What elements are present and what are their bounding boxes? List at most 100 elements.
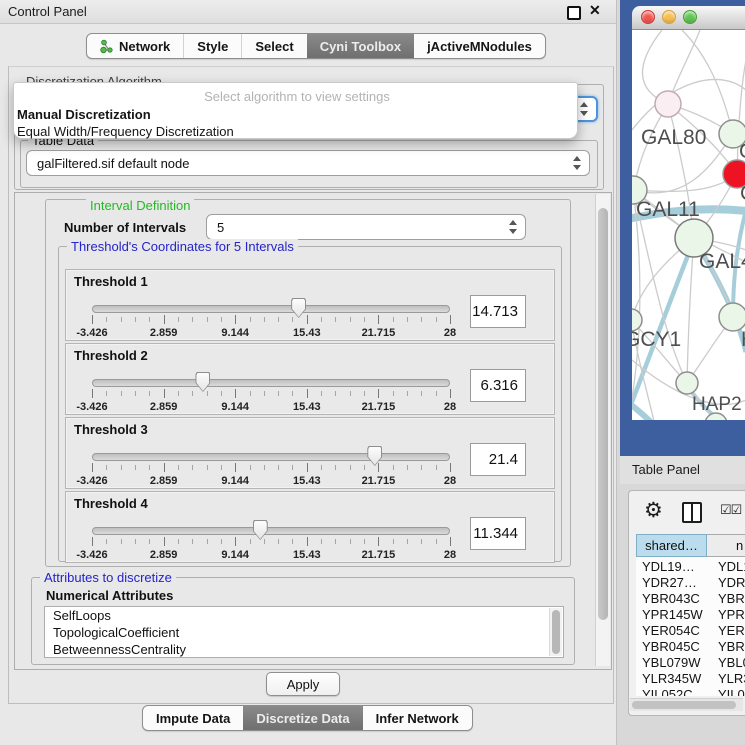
table-row[interactable]: YBL079WYBL0 [636,655,745,671]
table-panel-header: Table Panel [620,456,745,484]
number-of-intervals-value: 5 [217,220,224,235]
threshold-1-label: Threshold 1 [74,274,148,289]
control-panel: Control Panel ✕ Network Style Select Cyn… [0,0,616,745]
column-header-name[interactable]: n [707,534,745,557]
control-panel-titlebar: Control Panel ✕ [0,0,616,24]
apply-button[interactable]: Apply [266,672,340,696]
dropdown-placeholder: Select algorithm to view settings [14,83,577,106]
thresholds-group-title: Threshold's Coordinates for 5 Intervals [67,239,298,254]
slider-track [92,305,450,313]
tab-network[interactable]: Network [87,34,183,58]
attributes-group: Attributes to discretize Numerical Attri… [31,577,575,665]
threshold-3-label: Threshold 3 [74,422,148,437]
window-zoom-icon[interactable] [683,10,697,24]
interval-definition-group: Interval Definition Number of Intervals … [45,199,571,567]
thresholds-group: Threshold's Coordinates for 5 Intervals … [58,246,562,562]
split-columns-icon[interactable] [682,502,702,523]
node-label: GCY1 [632,328,681,351]
numerical-attributes-label: Numerical Attributes [46,588,173,603]
list-item[interactable]: BetweennessCentrality [45,641,563,658]
node-label: GAL11 [636,198,700,221]
table-row[interactable]: YDR27…YDR2 [636,575,745,591]
window-minimize-icon[interactable] [662,10,676,24]
network-node[interactable] [719,303,745,331]
table-row[interactable]: YBR045CYBR0 [636,639,745,655]
tab-infer-network[interactable]: Infer Network [363,706,472,730]
threshold-1-value-field[interactable] [470,295,526,328]
slider-tick-labels: -3.4262.8599.14415.4321.71528 [92,475,450,487]
tab-style[interactable]: Style [183,34,241,58]
node-label: GAL80 [641,126,706,149]
list-item[interactable]: TopologicalCoefficient [45,624,563,641]
slider-tick-labels: -3.4262.8599.14415.4321.71528 [92,401,450,413]
slider-ticks [92,315,450,326]
threshold-2-panel: Threshold 2 -3.4262.8599.14415.4321.7152… [65,343,555,415]
tab-impute-data[interactable]: Impute Data [143,706,243,730]
table-rows: YDL19…YDL1 YDR27…YDR2 YBR043CYBR0 YPR145… [636,559,745,696]
tab-discretize-data[interactable]: Discretize Data [243,706,362,730]
gear-icon[interactable]: ⚙ [644,498,663,523]
window-close-icon[interactable] [641,10,655,24]
tab-jactivemnodules[interactable]: jActiveMNodules [414,34,545,58]
network-node[interactable] [655,91,681,117]
threshold-3-slider[interactable]: -3.4262.8599.14415.4321.71528 [92,446,450,486]
numerical-attributes-list[interactable]: SelfLoops TopologicalCoefficient Between… [44,606,564,658]
interval-definition-title: Interval Definition [86,198,194,213]
settings-vertical-scrollbar[interactable] [595,194,610,666]
control-panel-tabs: Network Style Select Cyni Toolbox jActiv… [86,33,546,59]
list-item[interactable]: SelfLoops [45,607,563,624]
column-header-shared-name[interactable]: shared… [636,534,707,557]
slider-track [92,527,450,535]
algorithm-dropdown-popup: Select algorithm to view settings Manual… [13,82,578,139]
table-row[interactable]: YLR345WYLR3 [636,671,745,687]
checkbox-icons[interactable]: ☑☑ [720,502,741,518]
table-row[interactable]: YPR145WYPR1 [636,607,745,623]
node-label: HAP2 [692,394,742,415]
slider-tick-labels: -3.4262.8599.14415.4321.71528 [92,327,450,339]
threshold-1-panel: Threshold 1 -3.4262.8599.14415.4321.7152… [65,269,555,341]
threshold-4-slider[interactable]: -3.4262.8599.14415.4321.71528 [92,520,450,560]
threshold-4-panel: Threshold 4 -3.4262.8599.14415.4321.7152… [65,491,555,563]
node-label: GAL4 [699,250,745,273]
algorithm-settings-panel: Interval Definition Number of Intervals … [14,192,612,670]
combo-stepper-icon [580,102,589,116]
slider-tick-labels: -3.4262.8599.14415.4321.71528 [92,549,450,561]
threshold-4-label: Threshold 4 [74,496,148,511]
network-canvas[interactable]: GAL80GACGAL11GAL4GCY1HHAP2 [632,30,745,420]
cyni-mode-tabs: Impute Data Discretize Data Infer Networ… [142,705,473,731]
table-horizontal-scrollbar[interactable] [630,698,743,711]
threshold-2-slider[interactable]: -3.4262.8599.14415.4321.71528 [92,372,450,412]
threshold-2-value-field[interactable] [470,369,526,402]
threshold-4-value-field[interactable] [470,517,526,550]
threshold-2-label: Threshold 2 [74,348,148,363]
table-panel-toolbar: ⚙ ☑☑ [636,496,745,530]
network-node[interactable] [676,372,698,394]
tab-select[interactable]: Select [241,34,306,58]
slider-ticks [92,463,450,474]
table-header-row: shared… n [636,534,745,558]
combo-stepper-icon [573,156,582,170]
table-panel-title: Table Panel [632,462,700,477]
number-of-intervals-label: Number of Intervals [64,220,186,235]
scrollbar-thumb[interactable] [632,701,736,709]
node-label: GA [739,140,745,163]
table-data-combobox[interactable]: galFiltered.sif default node [26,150,590,176]
table-row[interactable]: YIL052CYIL0 [636,687,745,696]
number-of-intervals-combobox[interactable]: 5 [206,214,526,240]
table-row[interactable]: YBR043CYBR0 [636,591,745,607]
slider-track [92,379,450,387]
float-window-icon[interactable] [567,6,581,20]
table-row[interactable]: YDL19…YDL1 [636,559,745,575]
close-icon[interactable]: ✕ [589,2,601,19]
node-label: C [740,182,745,205]
dropdown-option-manual[interactable]: Manual Discretization [14,106,577,123]
threshold-1-slider[interactable]: -3.4262.8599.14415.4321.71528 [92,298,450,338]
list-scrollbar[interactable] [549,608,562,656]
threshold-3-value-field[interactable] [470,443,526,476]
tab-cyni-toolbox[interactable]: Cyni Toolbox [307,34,414,58]
dropdown-option-equal-width[interactable]: Equal Width/Frequency Discretization [14,123,577,140]
threshold-3-panel: Threshold 3 -3.4262.8599.14415.4321.7152… [65,417,555,489]
node-table[interactable]: shared… n YDL19…YDL1 YDR27…YDR2 YBR043CY… [636,534,745,696]
table-row[interactable]: YER054CYER0 [636,623,745,639]
scrollbar-thumb[interactable] [598,208,608,620]
